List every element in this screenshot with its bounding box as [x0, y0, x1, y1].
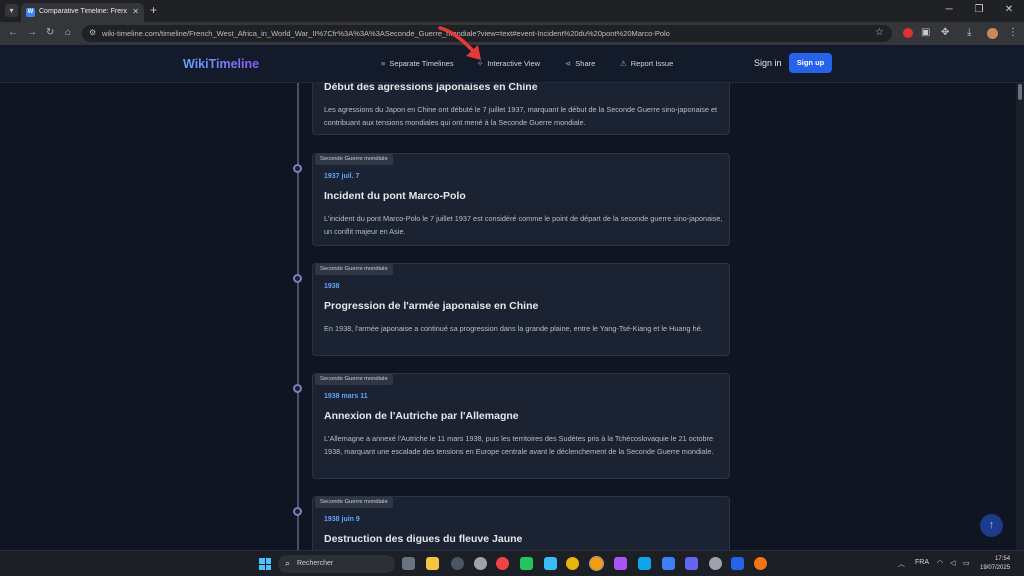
menu-icon[interactable]: ⋮	[1008, 27, 1018, 38]
timeline-dot	[293, 274, 302, 283]
event-date: 1938 mars 11	[324, 393, 368, 400]
chrome-active-icon[interactable]	[589, 556, 604, 571]
app-icon[interactable]	[474, 557, 487, 570]
event-description: En 1938, l'armée japonaise a continué sa…	[324, 324, 703, 333]
timeline-dot	[293, 164, 302, 173]
event-card[interactable]: Seconde Guerre mondiale 1937 juil. 7 Inc…	[312, 153, 730, 246]
photos-icon[interactable]	[544, 557, 557, 570]
sign-in-link[interactable]: Sign in	[754, 58, 782, 68]
battery-icon[interactable]: ▭	[963, 559, 970, 567]
url-text: wiki-timeline.com/timeline/French_West_A…	[102, 29, 670, 38]
wifi-icon[interactable]: ◠	[937, 559, 943, 567]
game-icon[interactable]	[614, 557, 627, 570]
site-header: WikiTimeline ≡ Separate Timelines ✧ Intera…	[0, 45, 1024, 83]
event-description: L'Allemagne a annexé l'Autriche le 11 ma…	[324, 434, 714, 456]
language-indicator[interactable]: FRA	[915, 559, 929, 566]
site-info-icon[interactable]: ⚙	[89, 28, 96, 37]
timeline-line	[297, 83, 299, 550]
chrome-icon[interactable]	[566, 557, 579, 570]
taskbar-search[interactable]: ⌕ Rechercher	[278, 555, 395, 573]
tray-chevron-icon[interactable]: ︿	[898, 559, 905, 569]
download-icon[interactable]: ⤓	[967, 27, 971, 38]
event-date: 1937 juil. 7	[324, 173, 360, 180]
page-scrollbar[interactable]	[1016, 83, 1024, 550]
word-icon[interactable]	[731, 557, 744, 570]
category-badge: Seconde Guerre mondiale	[315, 374, 393, 385]
event-card[interactable]: Seconde Guerre mondiale 1938 Progression…	[312, 263, 730, 356]
volume-icon[interactable]: ◁	[950, 559, 955, 567]
profile-avatar[interactable]	[987, 28, 998, 39]
puzzle-icon[interactable]: ✥	[941, 27, 949, 38]
new-tab-button[interactable]: +	[150, 3, 157, 17]
event-title: Progression de l'armée japonaise en Chin…	[324, 300, 539, 312]
extension-icon[interactable]: ▣	[921, 27, 930, 38]
browser-toolbar: ← → ↻ ⌂ ⚙ wiki-timeline.com/timeline/Fre…	[0, 22, 1024, 45]
timeline-content: Début des agressions japonaises en Chine…	[0, 83, 1016, 550]
event-title: Début des agressions japonaises en Chine	[324, 83, 538, 93]
timeline-dot	[293, 507, 302, 516]
bookmark-star-icon[interactable]: ☆	[875, 27, 884, 38]
maximize-button[interactable]: ❐	[964, 0, 994, 22]
scroll-to-top-button[interactable]: ↑	[980, 514, 1003, 537]
clock-date: 19/07/2025	[980, 565, 1011, 571]
teams-icon[interactable]	[685, 557, 698, 570]
tab-list-button[interactable]: ▾	[5, 4, 18, 17]
timeline-dot	[293, 384, 302, 393]
firefox-icon[interactable]	[754, 557, 767, 570]
home-button[interactable]: ⌂	[65, 27, 71, 38]
list-icon: ≡	[381, 59, 386, 68]
event-description: Les agressions du Japon en Chine ont déb…	[324, 105, 718, 127]
category-badge: Seconde Guerre mondiale	[315, 264, 393, 275]
browser-tab[interactable]: W Comparative Timeline: French W ✕	[21, 3, 144, 22]
scrollbar-thumb[interactable]	[1018, 84, 1022, 100]
windows-taskbar: ⌕ Rechercher ︿ FRA ◠ ◁ ▭ 17:54 19/07/202…	[0, 550, 1024, 576]
settings-icon[interactable]	[709, 557, 722, 570]
browser-tab-bar: ▾ W Comparative Timeline: French W ✕ + ─…	[0, 0, 1024, 22]
warning-icon: ⚠	[620, 59, 627, 68]
minimize-button[interactable]: ─	[934, 0, 964, 22]
windows-start-icon[interactable]	[259, 558, 271, 570]
reload-button[interactable]: ↻	[46, 27, 54, 38]
event-date: 1938 juin 9	[324, 516, 360, 523]
sign-up-button[interactable]: Sign up	[789, 53, 832, 73]
event-card[interactable]: Seconde Guerre mondiale 1938 juin 9 Dest…	[312, 496, 730, 550]
system-clock[interactable]: 17:54 19/07/2025	[980, 555, 1010, 573]
clock-time: 17:54	[995, 556, 1011, 562]
back-button[interactable]: ←	[8, 27, 18, 38]
app-icon[interactable]	[638, 557, 651, 570]
file-explorer-icon[interactable]	[426, 557, 439, 570]
task-view-icon[interactable]	[402, 557, 415, 570]
event-title: Destruction des digues du fleuve Jaune	[324, 533, 523, 545]
forward-button[interactable]: →	[27, 27, 37, 38]
event-description: L'incident du pont Marco-Polo le 7 juill…	[324, 214, 723, 236]
close-icon[interactable]: ✕	[132, 7, 139, 16]
extension-red-icon[interactable]	[903, 28, 913, 38]
category-badge: Seconde Guerre mondiale	[315, 154, 393, 165]
app-icon[interactable]	[451, 557, 464, 570]
close-window-button[interactable]: ✕	[994, 0, 1024, 22]
event-title: Annexion de l'Autriche par l'Allemagne	[324, 410, 519, 422]
event-date: 1938	[324, 283, 340, 290]
xbox-icon[interactable]	[520, 557, 533, 570]
event-card[interactable]: Seconde Guerre mondiale 1938 mars 11 Ann…	[312, 373, 730, 479]
media-player-icon[interactable]	[496, 557, 509, 570]
share-icon: ⋖	[565, 59, 572, 68]
event-title: Incident du pont Marco-Polo	[324, 190, 466, 202]
category-badge: Seconde Guerre mondiale	[315, 497, 393, 508]
annotation-arrow-icon	[438, 26, 481, 60]
messenger-icon[interactable]	[662, 557, 675, 570]
site-logo[interactable]: WikiTimeline	[183, 57, 259, 71]
search-placeholder: Rechercher	[297, 560, 334, 567]
nav-report-issue[interactable]: ⚠ Report Issue	[620, 59, 673, 68]
nav-share[interactable]: ⋖ Share	[565, 59, 595, 68]
tab-title: Comparative Timeline: French W	[39, 8, 127, 15]
event-card[interactable]: Début des agressions japonaises en Chine…	[312, 83, 730, 135]
site-favicon-icon: W	[26, 8, 35, 17]
window-controls: ─ ❐ ✕	[934, 0, 1024, 22]
search-icon: ⌕	[285, 558, 291, 568]
